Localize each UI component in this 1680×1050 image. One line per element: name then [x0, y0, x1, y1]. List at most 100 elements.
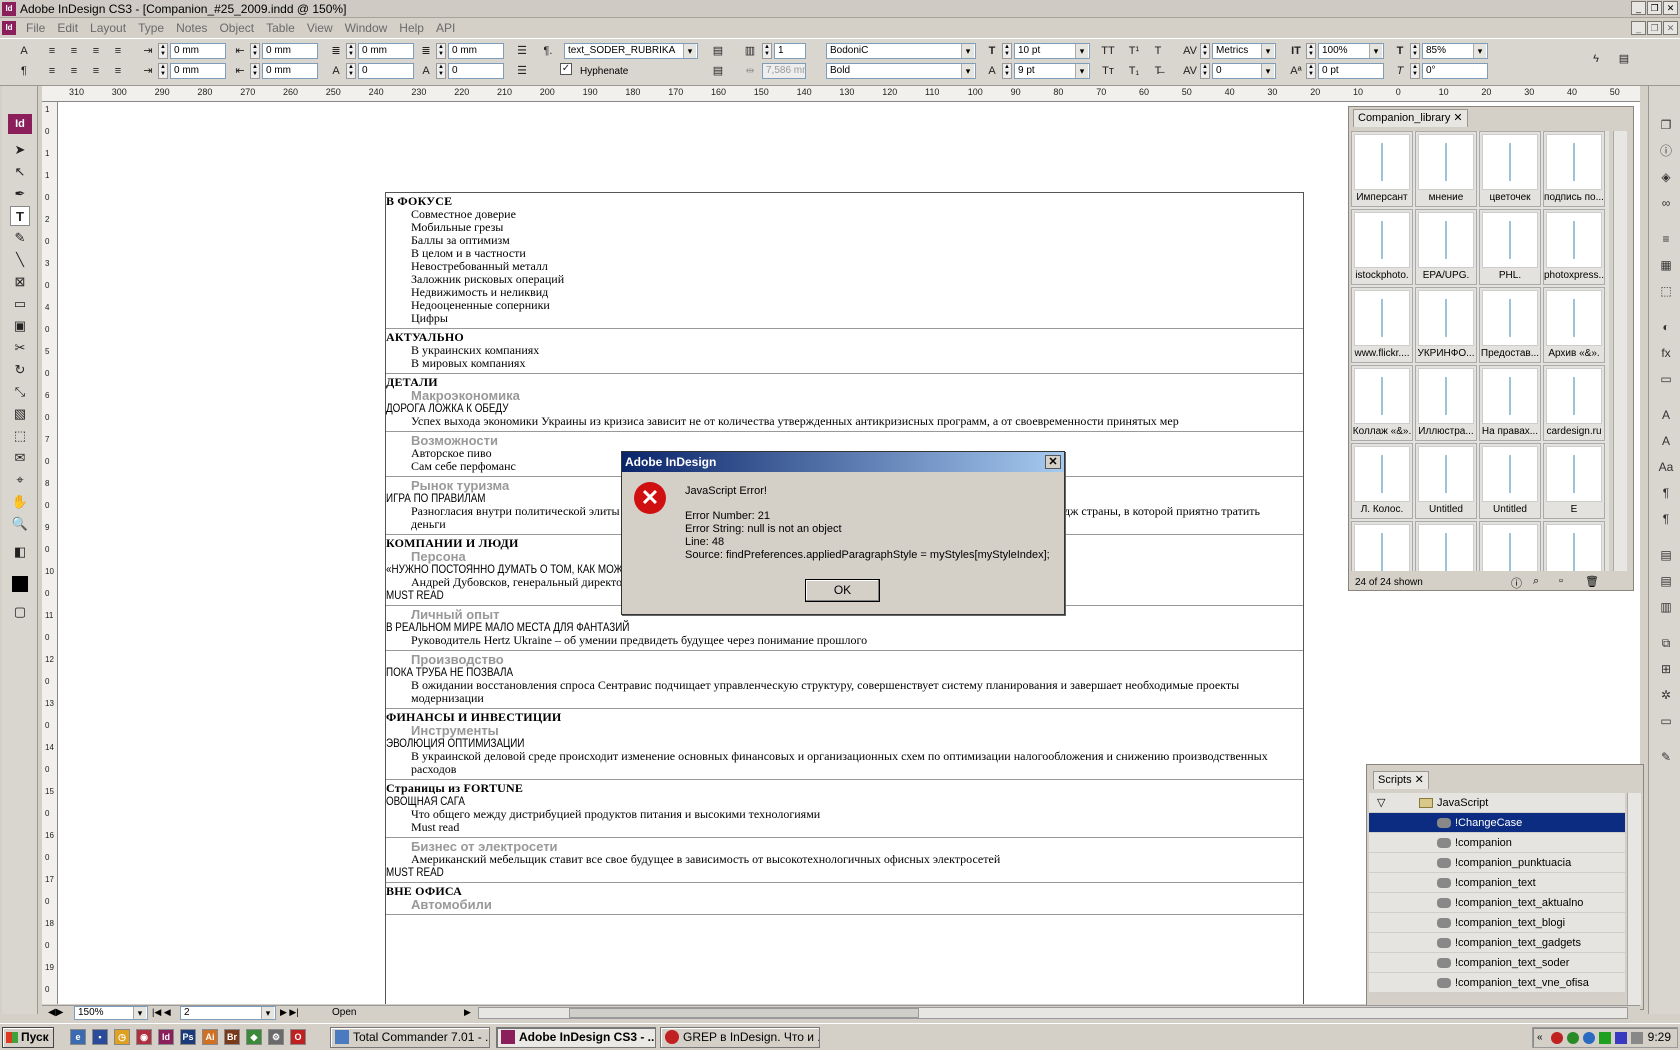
superscript-icon[interactable]: T¹	[1126, 43, 1142, 59]
justify-center-icon[interactable]: ≡	[66, 63, 82, 79]
do-not-align-grid-icon[interactable]: ▤	[710, 63, 726, 79]
menu-table[interactable]: Table	[260, 21, 301, 35]
font-family-dropdown[interactable]: BodoniC	[826, 43, 976, 59]
last-line-indent-field[interactable]: 0 mm	[262, 63, 318, 79]
menu-help[interactable]: Help	[393, 21, 430, 35]
menu-api[interactable]: API	[430, 21, 461, 35]
paragraph-panel-icon[interactable]: ¶	[1657, 484, 1675, 502]
library-item[interactable]: УКРИНФО...	[1415, 287, 1477, 363]
tracking-spinner[interactable]: ▲ ▼	[1200, 63, 1210, 79]
doc-minimize-button[interactable]: _	[1631, 21, 1646, 35]
start-button[interactable]: Пуск	[2, 1027, 54, 1048]
align-panel-icon[interactable]: ⊞	[1657, 660, 1675, 678]
menu-file[interactable]: File	[20, 21, 51, 35]
library-item[interactable]: подпись по...	[1543, 131, 1605, 207]
drop-cap-lines-field[interactable]: 0	[358, 63, 414, 79]
library-item[interactable]: цветочек	[1479, 131, 1541, 207]
horizontal-scroll-thumb[interactable]	[569, 1008, 919, 1018]
collapse-arrow-icon[interactable]: ▽	[1377, 793, 1385, 813]
pathfinder-panel-icon[interactable]: ⧉	[1657, 634, 1675, 652]
library-item[interactable]	[1543, 521, 1605, 571]
baseline-shift-field[interactable]: 0 pt	[1318, 63, 1384, 79]
quicklaunch-clock-icon[interactable]: ◷	[114, 1029, 130, 1045]
script-item[interactable]: !companion_text_blogi	[1369, 913, 1625, 933]
horizontal-scrollbar[interactable]	[478, 1007, 1628, 1019]
align-towards-spine-icon[interactable]: ≡	[110, 43, 126, 59]
leading-spinner[interactable]: ▲ ▼	[1002, 63, 1012, 79]
page-number-field[interactable]: 2	[180, 1006, 276, 1020]
script-item[interactable]: !companion_text_soder	[1369, 953, 1625, 973]
task-opera[interactable]: GREP в InDesign. Что и ...	[660, 1027, 820, 1048]
scripts-tab[interactable]: Scripts ✕	[1373, 771, 1429, 789]
vertical-scale-spinner[interactable]: ▲ ▼	[1306, 43, 1316, 59]
space-after-spinner[interactable]: ▲ ▼	[436, 43, 446, 59]
pen-tool-icon[interactable]: ✒	[10, 184, 30, 204]
tracking-field[interactable]: 0	[1212, 63, 1276, 79]
first-page-icon[interactable]: |◀ ◀	[152, 1007, 171, 1018]
zoom-tool-icon[interactable]: 🔍	[10, 514, 30, 534]
task-indesign[interactable]: Adobe InDesign CS3 - ...	[496, 1027, 656, 1048]
menu-view[interactable]: View	[301, 21, 339, 35]
drop-cap-lines-spinner[interactable]: ▲ ▼	[346, 63, 356, 79]
library-info-icon[interactable]: ⓘ	[1511, 575, 1522, 591]
free-transform-tool-icon[interactable]: ⬚	[10, 426, 30, 446]
library-scrollbar[interactable]	[1613, 131, 1627, 571]
quicklaunch-tool-icon[interactable]: ⚙	[268, 1029, 284, 1045]
rotate-tool-icon[interactable]: ↻	[10, 360, 30, 380]
pages-panel-icon[interactable]: ❐	[1657, 116, 1675, 134]
space-after-field[interactable]: 0 mm	[448, 43, 504, 59]
selection-tool-icon[interactable]: ➤	[10, 140, 30, 160]
menu-window[interactable]: Window	[339, 21, 394, 35]
library-item[interactable]: www.flickr....	[1351, 287, 1413, 363]
dialog-close-button[interactable]: ✕	[1045, 455, 1061, 469]
subscript-icon[interactable]: T₁	[1126, 63, 1142, 79]
direct-selection-tool-icon[interactable]: ↖	[10, 162, 30, 182]
character-styles-icon[interactable]: A	[1657, 432, 1675, 450]
library-item[interactable]: мнение	[1415, 131, 1477, 207]
quicklaunch-indesign-icon[interactable]: Id	[158, 1029, 174, 1045]
normal-view-icon[interactable]: ▢	[10, 602, 30, 622]
button-tool-icon[interactable]: ▣	[10, 316, 30, 336]
story-panel-icon[interactable]: ▭	[1657, 712, 1675, 730]
tray-icon-2[interactable]	[1567, 1032, 1579, 1044]
menu-edit[interactable]: Edit	[51, 21, 84, 35]
line-tool-icon[interactable]: ╲	[10, 250, 30, 270]
library-new-item-icon[interactable]: ▫	[1559, 575, 1563, 587]
library-item[interactable]	[1415, 521, 1477, 571]
cell-styles-icon[interactable]: ▥	[1657, 598, 1675, 616]
character-mode-icon[interactable]: A	[16, 43, 32, 59]
ok-button[interactable]: OK	[805, 579, 880, 602]
library-item[interactable]: Untitled	[1415, 443, 1477, 519]
left-indent-field[interactable]: 0 mm	[170, 43, 226, 59]
strikethrough-icon[interactable]: T̶	[1150, 63, 1166, 79]
numbering-icon[interactable]: ☰	[514, 63, 530, 79]
gradient-tool-icon[interactable]: ▧	[10, 404, 30, 424]
space-before-spinner[interactable]: ▲ ▼	[346, 43, 356, 59]
paragraph-styles-icon[interactable]: ¶	[1657, 510, 1675, 528]
library-item[interactable]: Имперсант	[1351, 131, 1413, 207]
minimize-button[interactable]: _	[1631, 1, 1646, 15]
quicklaunch-bridge-icon[interactable]: Br	[224, 1029, 240, 1045]
status-menu-icon[interactable]: ▶	[464, 1007, 471, 1018]
tray-volume-icon[interactable]	[1631, 1032, 1643, 1044]
doc-restore-button[interactable]: ❐	[1647, 21, 1662, 35]
justify-all-icon[interactable]: ≡	[88, 63, 104, 79]
scripts-panel-icon[interactable]: ✎	[1657, 748, 1675, 766]
library-item[interactable]: Иллюстра...	[1415, 365, 1477, 441]
space-before-field[interactable]: 0 mm	[358, 43, 414, 59]
tray-expand-icon[interactable]: «	[1537, 1028, 1543, 1047]
library-search-icon[interactable]: ⌕	[1533, 575, 1539, 588]
color-panel-icon[interactable]: ◐	[1657, 318, 1675, 336]
script-item[interactable]: !companion_text_gadgets	[1369, 933, 1625, 953]
script-item[interactable]: !companion_text_vne_ofisa	[1369, 973, 1625, 993]
align-right-icon[interactable]: ≡	[88, 43, 104, 59]
leading-field[interactable]: 9 pt	[1014, 63, 1090, 79]
formatting-container-icon[interactable]	[12, 576, 28, 592]
table-styles-icon[interactable]: ▤	[1657, 572, 1675, 590]
doc-close-button[interactable]: ✕	[1663, 21, 1678, 35]
pencil-tool-icon[interactable]: ✎	[10, 228, 30, 248]
script-item[interactable]: !ChangeCase	[1369, 813, 1625, 833]
restore-button[interactable]: ❐	[1647, 1, 1662, 15]
panel-menu-icon[interactable]: ▤	[1616, 51, 1632, 67]
baseline-shift-spinner[interactable]: ▲ ▼	[1306, 63, 1316, 79]
